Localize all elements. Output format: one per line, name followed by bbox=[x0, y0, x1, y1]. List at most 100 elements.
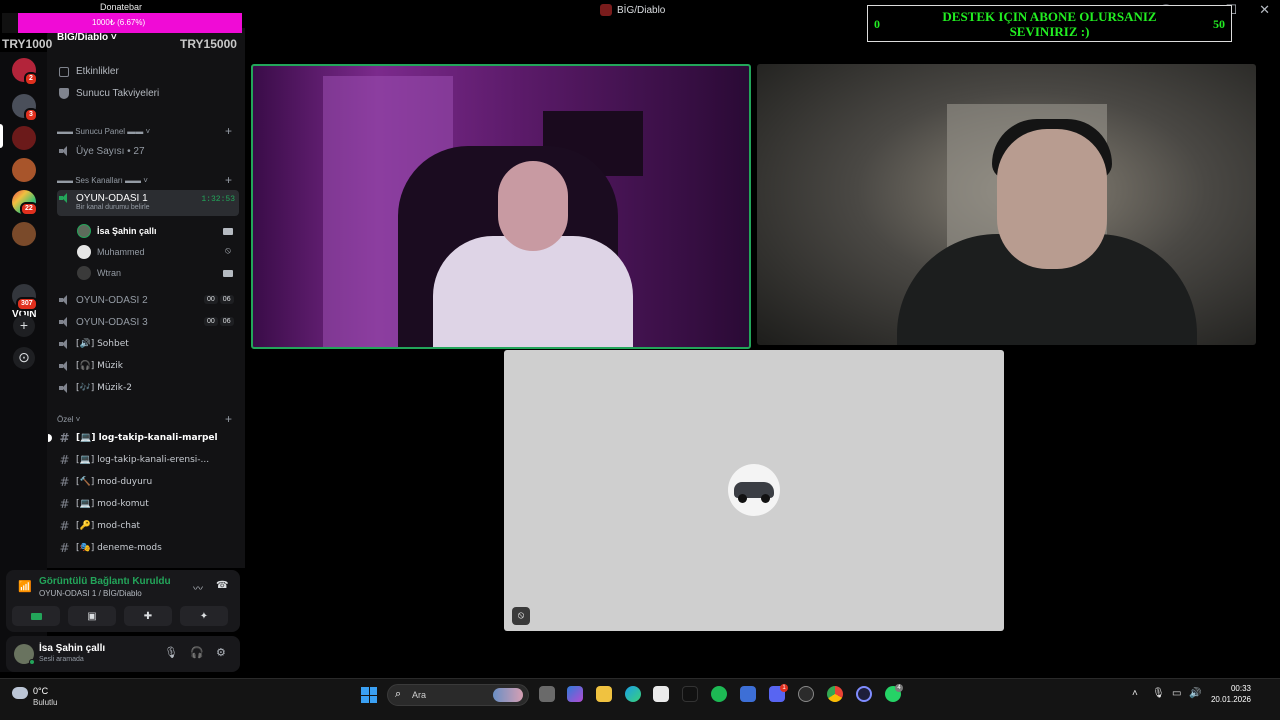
channel-label: [🎧] Müzik bbox=[76, 361, 123, 371]
store-icon[interactable] bbox=[653, 686, 669, 702]
participant-face bbox=[498, 161, 568, 251]
user-name[interactable]: İsa Şahin çallı bbox=[39, 643, 105, 654]
car-avatar bbox=[728, 464, 780, 516]
channel-label: [💻] log-takip-kanali-erensi-... bbox=[76, 455, 210, 465]
add-channel-icon[interactable]: + bbox=[225, 412, 232, 426]
connection-status: Görüntülü Bağlantı Kuruldu bbox=[39, 576, 171, 587]
member-name: İsa Şahin çallı bbox=[97, 226, 157, 236]
window-title: BİG/Diablo bbox=[600, 4, 665, 16]
calendar-icon bbox=[59, 66, 69, 77]
channel-label: OYUN-ODASI 2 bbox=[76, 294, 148, 306]
text-channel[interactable]: # [💻] mod-komut bbox=[57, 494, 239, 514]
muted-icon: ⦸ bbox=[512, 607, 530, 625]
add-channel-icon[interactable]: + bbox=[225, 124, 232, 138]
subscribe-current: 0 bbox=[874, 17, 880, 31]
voice-channel[interactable]: [🎶] Müzik-2 bbox=[57, 378, 239, 398]
unread-indicator bbox=[48, 434, 52, 442]
donate-max-label: TRY15000 bbox=[180, 37, 237, 51]
category-voice[interactable]: ▬▬ Ses Kanalları ▬▬ ˅ bbox=[57, 176, 148, 185]
text-channel[interactable]: # [🔨] mod-duyuru bbox=[57, 472, 239, 492]
app-icon[interactable] bbox=[798, 686, 814, 702]
text-channel[interactable]: # [💻] log-takip-kanali-marpel bbox=[57, 428, 239, 448]
tiktok-icon[interactable] bbox=[682, 686, 698, 702]
speaker-icon bbox=[59, 339, 70, 349]
network-icon[interactable]: ▭ bbox=[1172, 688, 1181, 699]
server-icon-avatar[interactable] bbox=[12, 158, 36, 182]
server-badge: 3 bbox=[24, 108, 38, 122]
hashtag-icon: # bbox=[59, 541, 70, 555]
server-badge: 22 bbox=[20, 202, 38, 216]
channel-status[interactable]: Bir kanal durumu belirle bbox=[76, 204, 150, 211]
spotify-icon[interactable] bbox=[711, 686, 727, 702]
weather-temp: 0°C bbox=[33, 686, 49, 696]
speaker-icon bbox=[59, 317, 70, 327]
settings-gear-icon[interactable]: ⚙ bbox=[216, 646, 226, 659]
chrome-icon[interactable] bbox=[827, 686, 843, 702]
voice-member[interactable]: İsa Şahin çallı bbox=[77, 224, 157, 238]
voice-channel-active[interactable]: OYUN-ODASI 1 1:32:53 Bir kanal durumu be… bbox=[57, 190, 239, 216]
camera-button[interactable] bbox=[12, 606, 60, 626]
speaker-icon bbox=[59, 361, 70, 371]
disconnect-icon[interactable]: ☎ bbox=[216, 580, 228, 591]
edge-icon[interactable] bbox=[625, 686, 641, 702]
video-tile-speaking[interactable] bbox=[251, 64, 751, 349]
chevron-down-icon: ˅ bbox=[73, 415, 81, 424]
hashtag-icon: # bbox=[59, 497, 70, 511]
voice-member[interactable]: Wtran bbox=[77, 266, 121, 280]
noise-suppression-icon[interactable]: 〰 bbox=[193, 580, 203, 595]
chevron-up-icon[interactable]: ˄ bbox=[1132, 688, 1138, 699]
screen-share-icon: ▣ bbox=[87, 610, 97, 622]
member-name: Wtran bbox=[97, 268, 122, 278]
server-logo-icon bbox=[600, 4, 612, 16]
notification-badge: 4 bbox=[895, 684, 903, 692]
voice-channel[interactable]: [🔊] Sohbet bbox=[57, 334, 239, 354]
avatar bbox=[77, 245, 91, 259]
soundboard-button[interactable]: ✦ bbox=[180, 606, 228, 626]
notification-badge: 1 bbox=[780, 684, 788, 692]
channel-member-count[interactable]: Üye Sayısı • 27 bbox=[57, 141, 239, 161]
microphone-icon[interactable]: 🎙 bbox=[1152, 688, 1165, 699]
text-channel[interactable]: # [🎭] deneme-mods bbox=[57, 538, 239, 558]
copilot-icon[interactable] bbox=[567, 686, 583, 702]
headphones-icon[interactable]: 🎧 bbox=[190, 646, 204, 659]
screen-share-button[interactable]: ▣ bbox=[68, 606, 116, 626]
hashtag-icon: # bbox=[59, 453, 70, 467]
server-icon-character[interactable] bbox=[12, 222, 36, 246]
donate-title: Donatebar bbox=[100, 2, 143, 12]
discover-icon[interactable]: ⊙ bbox=[13, 347, 35, 369]
file-explorer-icon[interactable] bbox=[596, 686, 612, 702]
text-channel[interactable]: # [🔑] mod-chat bbox=[57, 516, 239, 536]
task-view-icon[interactable] bbox=[539, 686, 555, 702]
windows-start-icon[interactable] bbox=[361, 687, 377, 703]
cloud-icon bbox=[12, 687, 28, 699]
boost-icon bbox=[59, 88, 69, 99]
speaker-icon bbox=[59, 383, 70, 393]
text-channel[interactable]: # [💻] log-takip-kanali-erensi-... bbox=[57, 450, 239, 470]
volume-icon[interactable]: 🔊 bbox=[1189, 688, 1201, 699]
user-panel: İsa Şahin çallı Sesli aramada 🎙 🎧 ⚙ bbox=[6, 636, 240, 672]
menu-events[interactable]: Etkinlikler bbox=[59, 66, 119, 77]
server-icon-diablo[interactable] bbox=[12, 126, 36, 150]
voice-channel[interactable]: [🎧] Müzik bbox=[57, 356, 239, 376]
category-panel[interactable]: ▬▬ Sunucu Panel ▬▬ ˅ bbox=[57, 127, 150, 136]
video-tile-avatar[interactable]: ⦸ bbox=[504, 350, 1004, 631]
category-private[interactable]: Özel ˅ bbox=[57, 415, 80, 424]
taskbar-search[interactable]: ⌕ Ara bbox=[387, 684, 529, 706]
system-clock[interactable]: 00:33 20.01.2026 bbox=[1207, 684, 1251, 704]
microphone-icon[interactable]: 🎙 bbox=[164, 646, 178, 659]
channel-label: [🔊] Sohbet bbox=[76, 339, 129, 349]
add-server-icon[interactable]: + bbox=[13, 315, 35, 337]
user-count: 00 bbox=[204, 295, 218, 304]
screen: BİG/Diablo ? — ☐ ✕ 2 3 22 VOİN 307 + ⊙ B… bbox=[0, 0, 1280, 720]
connection-channel[interactable]: OYUN-ODASI 1 / BİG/Diablo bbox=[39, 589, 142, 598]
app-icon[interactable] bbox=[856, 686, 872, 702]
activities-button[interactable]: ✚ bbox=[124, 606, 172, 626]
add-channel-icon[interactable]: + bbox=[225, 173, 232, 187]
video-tile[interactable] bbox=[757, 64, 1256, 345]
car-wheel bbox=[761, 494, 770, 503]
signal-icon[interactable]: 📶 bbox=[18, 580, 32, 593]
voice-member[interactable]: Muhammed bbox=[77, 245, 145, 259]
app-icon[interactable] bbox=[740, 686, 756, 702]
close-icon[interactable]: ✕ bbox=[1259, 2, 1270, 18]
menu-boosts[interactable]: Sunucu Takviyeleri bbox=[59, 88, 159, 99]
